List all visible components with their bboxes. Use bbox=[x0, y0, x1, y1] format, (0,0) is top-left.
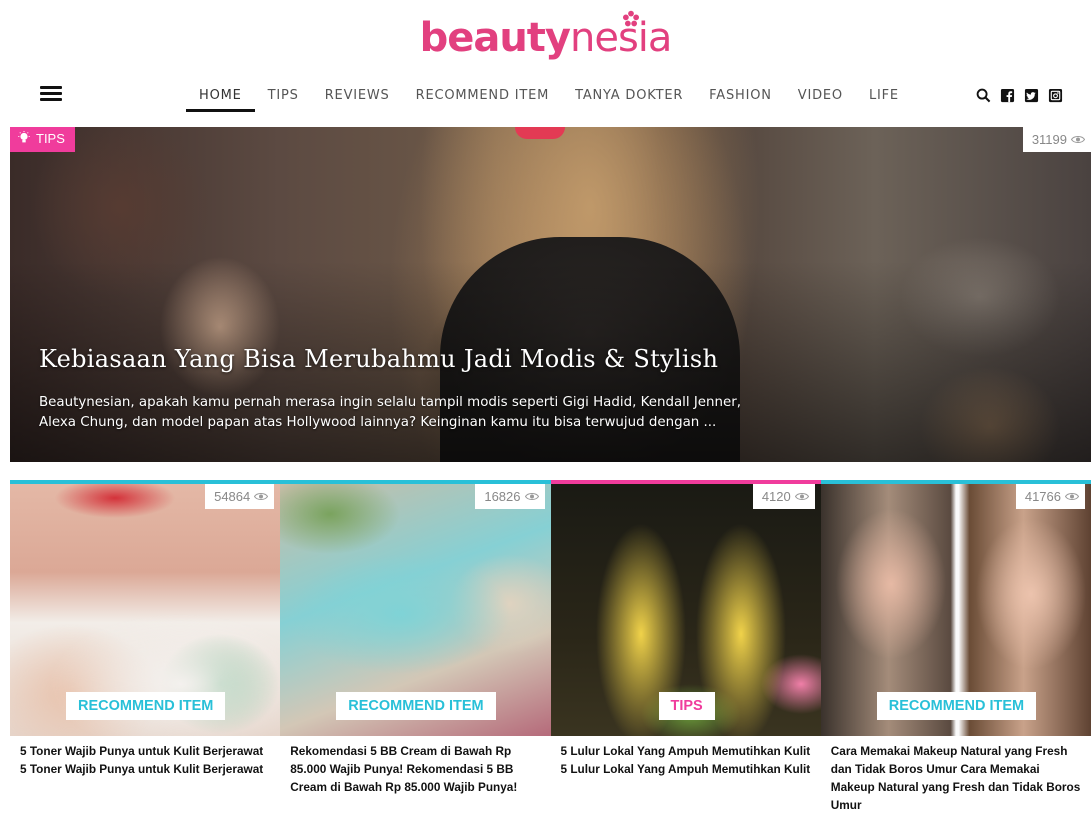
eye-icon bbox=[1065, 493, 1079, 500]
category-badge[interactable]: TIPS bbox=[10, 127, 75, 152]
view-count-value: 54864 bbox=[214, 489, 251, 504]
menu-icon[interactable] bbox=[40, 86, 62, 104]
card-title[interactable]: Rekomendasi 5 BB Cream di Bawah Rp 85.00… bbox=[290, 742, 542, 796]
category-label[interactable]: RECOMMEND ITEM bbox=[336, 692, 496, 720]
eye-icon bbox=[254, 493, 269, 500]
article-grid: 54864 RECOMMEND ITEM 5 Toner Wajib Punya… bbox=[10, 480, 1091, 814]
category-label[interactable]: TIPS bbox=[658, 692, 715, 720]
nav-item-reviews[interactable]: REVIEWS bbox=[312, 78, 403, 114]
article-card[interactable]: 41766 RECOMMEND ITEM Cara Memakai Makeup… bbox=[820, 480, 1091, 814]
nav-item-video[interactable]: VIDEO bbox=[785, 78, 856, 114]
view-count-value: 31199 bbox=[1031, 132, 1067, 147]
category-label: TIPS bbox=[36, 131, 65, 146]
flower-icon bbox=[622, 10, 640, 27]
category-label[interactable]: RECOMMEND ITEM bbox=[66, 692, 226, 720]
nav-item-home[interactable]: HOME bbox=[186, 78, 255, 112]
twitter-icon[interactable] bbox=[1024, 88, 1039, 103]
card-title[interactable]: 5 Toner Wajib Punya untuk Kulit Berjeraw… bbox=[20, 742, 272, 778]
nav-item-tanya-dokter[interactable]: TANYA DOKTER bbox=[562, 78, 696, 114]
eye-icon bbox=[1071, 136, 1085, 143]
view-count: 4120 bbox=[752, 484, 815, 509]
article-card[interactable]: 4120 TIPS 5 Lulur Lokal Yang Ampuh Memut… bbox=[550, 480, 821, 814]
view-count-value: 4120 bbox=[761, 489, 791, 504]
card-title[interactable]: Cara Memakai Makeup Natural yang Fresh d… bbox=[831, 742, 1083, 814]
nav-item-recommend-item[interactable]: RECOMMEND ITEM bbox=[403, 78, 562, 114]
view-count: 41766 bbox=[1015, 484, 1085, 509]
hero-article[interactable]: TIPS 31199 Kebiasaan Yang Bisa Merubahmu… bbox=[10, 127, 1091, 462]
article-card[interactable]: 54864 RECOMMEND ITEM 5 Toner Wajib Punya… bbox=[10, 480, 281, 814]
nav-item-life[interactable]: LIFE bbox=[856, 78, 912, 114]
eye-icon bbox=[524, 493, 539, 500]
card-title[interactable]: 5 Lulur Lokal Yang Ampuh Memutihkan Kuli… bbox=[561, 742, 813, 778]
search-icon[interactable] bbox=[976, 88, 991, 103]
logo-text-primary: beauty bbox=[419, 15, 571, 61]
category-label[interactable]: RECOMMEND ITEM bbox=[876, 692, 1037, 720]
logo-text-secondary: nesia bbox=[570, 15, 672, 61]
site-logo[interactable]: beautynesia bbox=[0, 8, 1091, 68]
nav-menu: HOME TIPS REVIEWS RECOMMEND ITEM TANYA D… bbox=[186, 78, 912, 114]
view-count: 31199 bbox=[1022, 127, 1091, 152]
eye-icon bbox=[794, 493, 809, 500]
facebook-icon[interactable] bbox=[1000, 88, 1015, 103]
lightbulb-icon bbox=[18, 131, 30, 143]
instagram-icon[interactable] bbox=[1048, 88, 1063, 103]
view-count-value: 16826 bbox=[484, 489, 521, 504]
nav-item-fashion[interactable]: FASHION bbox=[696, 78, 785, 114]
main-nav: HOME TIPS REVIEWS RECOMMEND ITEM TANYA D… bbox=[0, 78, 1091, 114]
hero-title[interactable]: Kebiasaan Yang Bisa Merubahmu Jadi Modis… bbox=[39, 345, 718, 373]
nav-icons bbox=[976, 88, 1063, 103]
view-count: 54864 bbox=[205, 484, 275, 509]
article-card[interactable]: 16826 RECOMMEND ITEM Rekomendasi 5 BB Cr… bbox=[280, 480, 551, 814]
view-count-value: 41766 bbox=[1024, 489, 1061, 504]
nav-item-tips[interactable]: TIPS bbox=[255, 78, 312, 114]
hero-excerpt: Beautynesian, apakah kamu pernah merasa … bbox=[39, 395, 742, 430]
view-count: 16826 bbox=[475, 484, 545, 509]
